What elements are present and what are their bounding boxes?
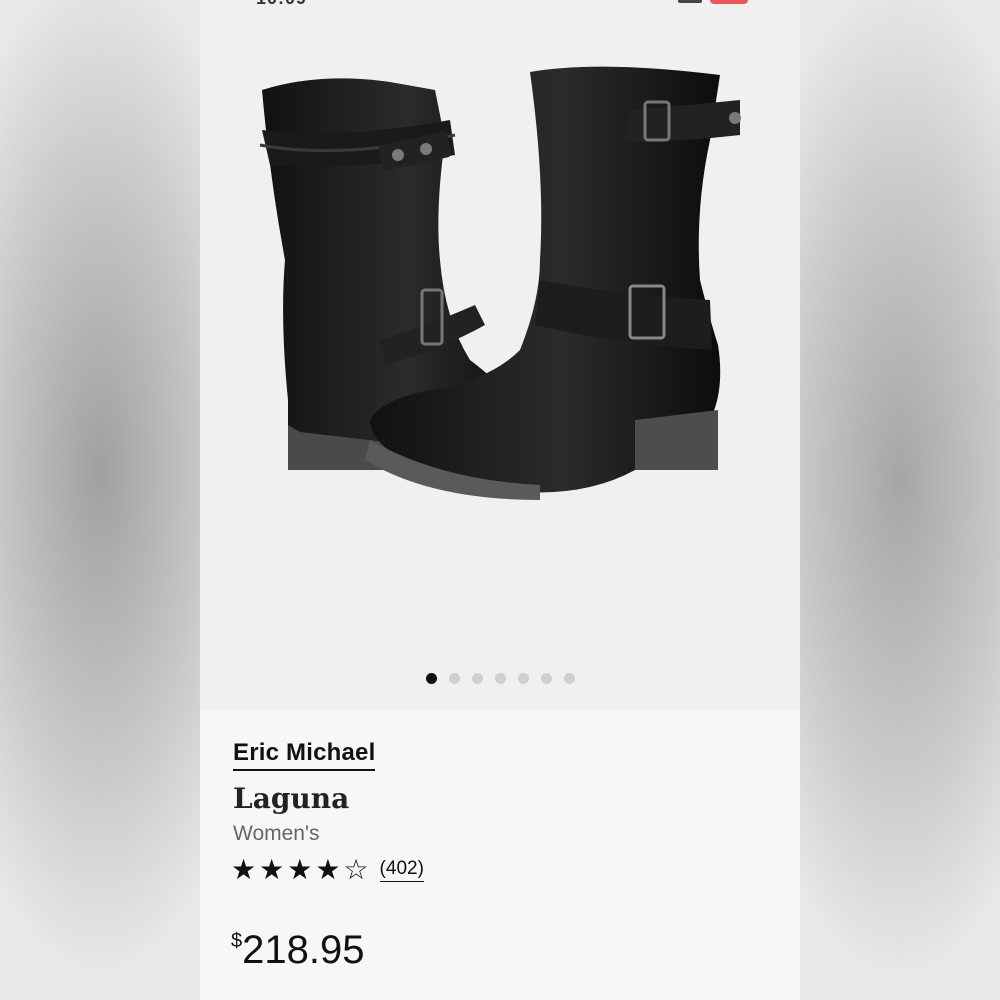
product-info: Eric Michael Laguna Women's ★ ★ ★ ★ ☆ (4… xyxy=(200,710,800,1000)
pagination-dot[interactable] xyxy=(517,673,529,684)
phone-screen: 10:09 Eric Michael Laguna Women's ★ ★ ★ … xyxy=(200,0,800,1000)
brand-link[interactable]: Eric Michael xyxy=(233,739,376,771)
product-image xyxy=(259,66,741,500)
status-time: 10:09 xyxy=(256,0,307,9)
signal-icon xyxy=(678,0,702,3)
pagination-dot[interactable] xyxy=(540,673,552,684)
product-image-gallery[interactable] xyxy=(200,0,800,710)
gallery-pagination xyxy=(200,673,800,684)
star-filled-icon: ★ xyxy=(259,854,285,885)
review-count-link[interactable]: (402) xyxy=(379,858,424,882)
product-price: $218.95 xyxy=(231,928,364,973)
star-filled-icon: ★ xyxy=(315,854,341,885)
price-currency: $ xyxy=(231,930,243,952)
product-gender: Women's xyxy=(233,822,320,845)
blurred-background-right xyxy=(800,0,1000,1000)
pagination-dot[interactable] xyxy=(448,673,460,684)
product-rating[interactable]: ★ ★ ★ ★ ☆ (402) xyxy=(231,856,424,884)
pagination-dot[interactable] xyxy=(563,673,575,684)
star-empty-icon: ☆ xyxy=(343,854,369,885)
blurred-background-left xyxy=(0,0,200,1000)
status-indicators xyxy=(678,0,748,4)
product-name: Laguna xyxy=(233,782,350,815)
status-bar: 10:09 xyxy=(200,0,800,12)
star-filled-icon: ★ xyxy=(231,854,257,885)
pagination-dot[interactable] xyxy=(494,673,506,684)
pagination-dot[interactable] xyxy=(471,673,483,684)
pagination-dot[interactable] xyxy=(425,673,437,684)
price-amount: 218.95 xyxy=(242,928,365,972)
star-filled-icon: ★ xyxy=(287,854,313,885)
battery-icon xyxy=(710,0,748,4)
